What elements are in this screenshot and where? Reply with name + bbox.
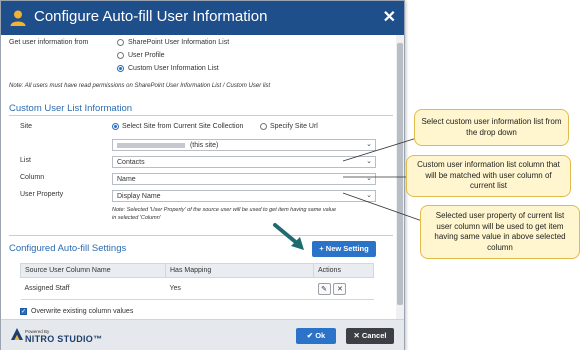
callout-column: Custom user information list column that… [406, 155, 571, 197]
pointer-arrow [273, 223, 300, 246]
callout-user-property: Selected user property of current list u… [420, 205, 580, 259]
callout-list: Select custom user information list from… [414, 109, 569, 146]
callout-connector [342, 192, 426, 223]
